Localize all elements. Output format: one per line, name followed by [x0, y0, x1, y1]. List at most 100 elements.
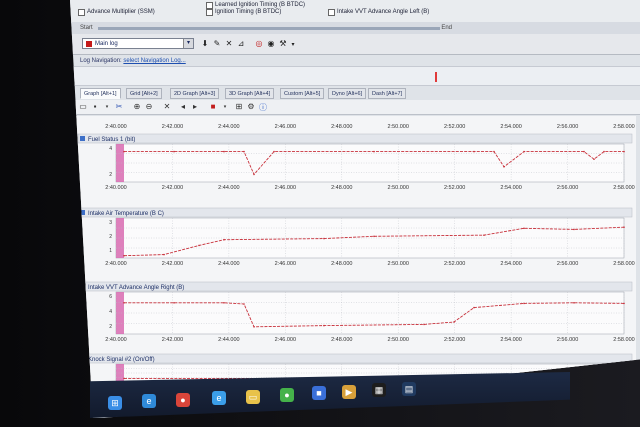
info-icon[interactable]: ⓘ — [258, 102, 268, 113]
orange-app-icon[interactable]: ▶ — [342, 384, 356, 399]
end-label: End — [441, 25, 452, 31]
layout-icon[interactable]: ⊞ — [234, 102, 244, 111]
data-point — [198, 244, 200, 247]
x-tick-label: 2:50.000 — [388, 185, 409, 191]
record-icon[interactable]: ◎ — [254, 39, 264, 48]
cursor-marker — [116, 144, 124, 182]
edit-icon[interactable]: ✎ — [212, 39, 222, 48]
data-point — [323, 237, 325, 240]
navigation-timeline[interactable] — [70, 66, 640, 86]
plot-area — [115, 217, 625, 259]
data-point — [473, 150, 475, 153]
x-tick-label: 2:50.000 — [388, 261, 409, 267]
x-tick-label: 2:52.000 — [444, 185, 465, 191]
chart-icon[interactable]: ⊿ — [236, 39, 246, 48]
parameter-item[interactable]: Intake VVT Advance Angle Left (B) — [328, 9, 429, 16]
ie-icon[interactable]: e — [212, 391, 226, 406]
icon-glyph: ■ — [316, 388, 322, 399]
dark-app-icon[interactable]: ▤ — [402, 381, 416, 396]
checkbox[interactable] — [206, 2, 213, 9]
log-select[interactable]: Main log ▾ — [82, 38, 194, 49]
data-point — [523, 302, 525, 305]
zoom-out-icon[interactable]: ⊖ — [144, 102, 154, 111]
x-tick-label: 2:58.000 — [613, 261, 634, 267]
data-point — [603, 150, 605, 153]
tab-2d-graph[interactable]: 2D Graph [Alt+3] — [170, 88, 220, 99]
checkbox[interactable] — [328, 9, 335, 16]
tab-dyno[interactable]: Dyno [Alt+6] — [328, 88, 367, 99]
x-tick-label: 2:58.000 — [613, 337, 634, 343]
icon-glyph: ● — [284, 390, 290, 400]
data-point — [243, 303, 245, 305]
panel-title: Intake Air Temperature (B C) — [88, 211, 164, 217]
arrow-down-icon[interactable]: ⬇ — [200, 39, 210, 48]
tab-grid[interactable]: Grid [Alt+2] — [126, 88, 162, 99]
plot-area — [115, 291, 625, 335]
color-icon[interactable]: ■ — [208, 102, 218, 111]
parameter-column-3: Intake VVT Advance Angle Left (B) — [328, 2, 429, 16]
data-point — [243, 150, 245, 153]
x-tick-label: 2:48.000 — [331, 185, 352, 191]
data-point — [583, 150, 585, 153]
tab-3d-graph[interactable]: 3D Graph [Alt+4] — [225, 88, 275, 99]
close-icon[interactable]: ✕ — [162, 102, 172, 111]
time-range-slider[interactable]: Start End — [70, 22, 640, 34]
edge-icon[interactable]: e — [142, 394, 156, 409]
blue-app-icon[interactable]: ■ — [312, 386, 326, 401]
previous-icon[interactable]: ◂ — [178, 102, 188, 111]
y-tick-label: 4 — [109, 309, 112, 315]
graph-toolbar: ▭ ▪ ▾ ✂ ⊕ ⊖ ✕ ◂ ▸ ■ ▾ ⊞ ⚙ ⓘ — [70, 100, 640, 115]
zoom-in-icon[interactable]: ⊕ — [132, 102, 142, 111]
chrome-icon[interactable]: ● — [176, 392, 190, 407]
open-icon[interactable]: ▭ — [78, 102, 88, 111]
x-tick-label: 2:40.000 — [105, 261, 126, 267]
data-point — [523, 150, 525, 153]
tools-icon[interactable]: ⚒ — [278, 39, 288, 48]
navigation-link[interactable]: select Navigation Log... — [123, 58, 185, 64]
tab-custom[interactable]: Custom [Alt+5] — [280, 88, 325, 99]
green-app-icon[interactable]: ● — [280, 388, 294, 402]
terminal-app-icon[interactable]: ▦ — [372, 383, 386, 398]
checkbox[interactable] — [206, 9, 213, 16]
y-tick-label: 2 — [109, 324, 112, 330]
tab-graph[interactable]: Graph [Alt+1] — [80, 88, 121, 99]
parameter-item[interactable]: Learned Ignition Timing (B BTDC) — [206, 2, 305, 9]
x-tick-label: 2:48.000 — [331, 261, 352, 267]
x-tick-label: 2:46.000 — [275, 185, 296, 191]
file-explorer-icon[interactable]: ▭ — [246, 389, 260, 404]
range-track[interactable] — [98, 27, 440, 30]
chevron-down-icon[interactable]: ▾ — [102, 104, 112, 110]
parameter-item[interactable]: Advance Multiplier (SSM) — [78, 9, 155, 16]
data-point — [373, 235, 375, 238]
cut-icon[interactable]: ✂ — [114, 102, 124, 111]
chevron-down-icon[interactable]: ▾ — [220, 104, 230, 110]
data-point — [223, 302, 225, 304]
x-tick-label: 2:48.000 — [331, 337, 352, 343]
data-point — [253, 173, 255, 176]
stop-icon[interactable]: ◉ — [266, 39, 276, 48]
data-point — [173, 302, 175, 304]
y-tick-label: 2 — [109, 234, 112, 240]
chevron-down-icon[interactable]: ▾ — [288, 41, 298, 48]
parameter-item[interactable]: Ignition Timing (B BTDC) — [206, 9, 305, 16]
tab-dash[interactable]: Dash [Alt+7] — [368, 88, 407, 99]
view-tabs: Graph [Alt+1] Grid [Alt+2] 2D Graph [Alt… — [70, 88, 640, 100]
windows-start-icon[interactable]: ⊞ — [108, 396, 122, 410]
panel-header — [77, 353, 633, 364]
close-icon[interactable]: ✕ — [224, 39, 234, 48]
data-point — [453, 321, 455, 323]
data-point — [163, 253, 165, 256]
data-point — [593, 158, 595, 160]
timeline-marker[interactable] — [435, 72, 437, 82]
data-point — [423, 323, 425, 326]
chevron-down-icon[interactable]: ▾ — [183, 39, 193, 48]
checkbox[interactable] — [78, 9, 85, 16]
icon-glyph: ● — [180, 394, 186, 405]
settings-icon[interactable]: ⚙ — [246, 102, 256, 111]
icon-glyph: e — [146, 396, 152, 407]
panel-title: Knock Signal #2 (On/Off) — [88, 357, 155, 363]
save-icon[interactable]: ▪ — [90, 102, 100, 111]
next-icon[interactable]: ▸ — [190, 102, 200, 111]
x-tick-label: 2:40.000 — [105, 185, 126, 191]
x-tick-label: 2:42.000 — [162, 261, 183, 267]
